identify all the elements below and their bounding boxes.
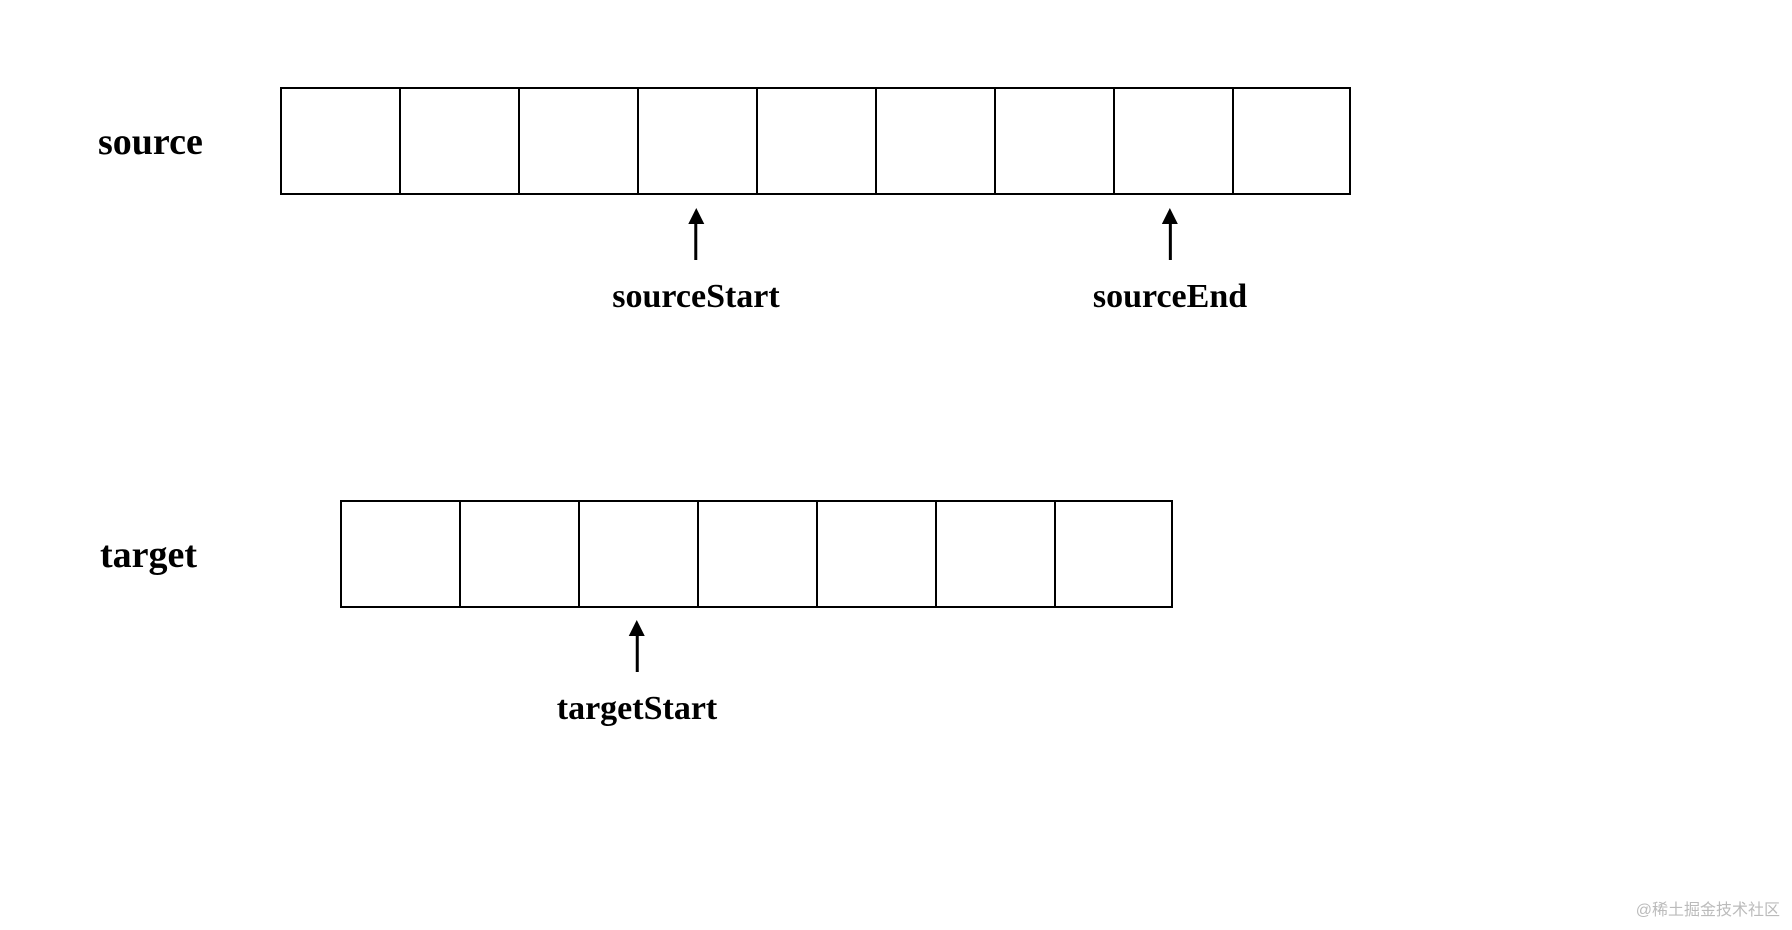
pointer-label: sourceStart xyxy=(612,278,779,316)
pointer-source-1: sourceEnd xyxy=(1093,208,1247,316)
source-cell xyxy=(994,87,1113,195)
target-cell xyxy=(697,500,816,608)
arrow-stem xyxy=(635,636,638,672)
watermark: @稀土掘金技术社区 xyxy=(1636,896,1780,920)
source-cell xyxy=(637,87,756,195)
source-cell xyxy=(399,87,518,195)
target-cell xyxy=(935,500,1054,608)
target-cell xyxy=(578,500,697,608)
source-array xyxy=(280,87,1351,195)
pointer-target-0: targetStart xyxy=(557,620,717,728)
source-cell xyxy=(1113,87,1232,195)
arrow-up-icon xyxy=(688,208,704,224)
pointer-label: targetStart xyxy=(557,690,717,728)
diagram-container: source target sourceStart sourceEnd target… xyxy=(0,0,1792,930)
pointer-label: sourceEnd xyxy=(1093,278,1247,316)
source-cell xyxy=(1232,87,1351,195)
target-array xyxy=(340,500,1173,608)
source-cell xyxy=(518,87,637,195)
arrow-up-icon xyxy=(629,620,645,636)
target-cell xyxy=(1054,500,1173,608)
target-label: target xyxy=(100,533,197,577)
source-cell xyxy=(875,87,994,195)
arrow-stem xyxy=(1168,224,1171,260)
source-label: source xyxy=(98,120,203,164)
source-cell xyxy=(756,87,875,195)
arrow-up-icon xyxy=(1162,208,1178,224)
target-cell xyxy=(459,500,578,608)
source-cell xyxy=(280,87,399,195)
arrow-stem xyxy=(694,224,697,260)
target-cell xyxy=(816,500,935,608)
pointer-source-0: sourceStart xyxy=(612,208,779,316)
target-cell xyxy=(340,500,459,608)
